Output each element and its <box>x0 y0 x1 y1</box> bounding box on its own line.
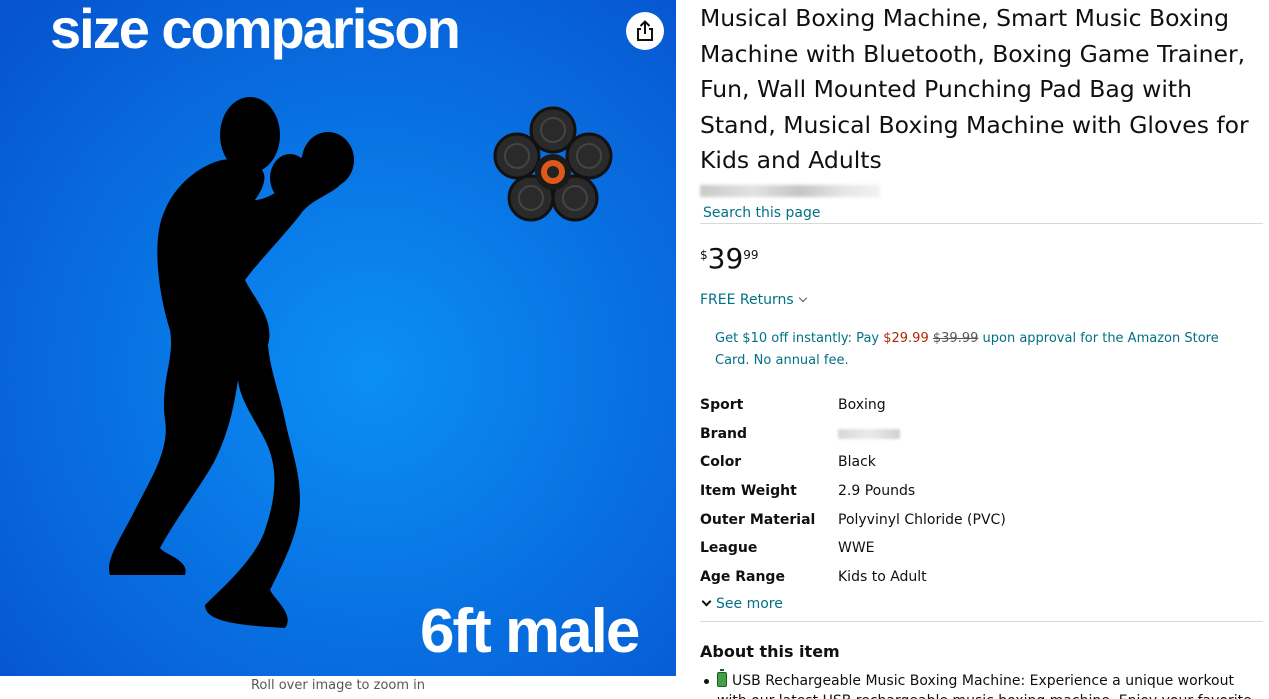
spec-row: Sport Boxing <box>700 391 1006 420</box>
bullet-dot <box>704 679 709 685</box>
spec-key: Sport <box>700 396 744 413</box>
spec-value: Black <box>838 454 876 471</box>
promo-text-before: Get $10 off instantly: Pay <box>715 330 884 346</box>
share-button[interactable] <box>626 12 664 50</box>
spec-value: Boxing <box>838 396 886 413</box>
brand-store-link[interactable] <box>700 184 880 197</box>
brand-redacted <box>838 428 900 439</box>
product-image-artwork: size comparison 6ft male <box>0 0 676 676</box>
product-main-image[interactable]: size comparison 6ft male <box>0 0 676 676</box>
see-more-label: See more <box>716 596 783 613</box>
spec-value: Polyvinyl Chloride (PVC) <box>838 511 1006 528</box>
spec-value: 2.9 Pounds <box>838 482 916 499</box>
product-details: Musical Boxing Machine, Smart Music Boxi… <box>700 0 1265 699</box>
product-title: Musical Boxing Machine, Smart Music Boxi… <box>700 4 1249 174</box>
image-headline: size comparison <box>50 0 459 60</box>
spec-key: Color <box>700 454 742 471</box>
spec-row: Age Range Kids to Adult <box>700 563 1006 592</box>
see-more-button[interactable]: See more <box>700 596 1265 612</box>
divider <box>700 621 1263 623</box>
spec-value: WWE <box>838 540 875 557</box>
price-whole: 39 <box>707 241 744 275</box>
price-fraction: 99 <box>743 247 759 262</box>
spec-row: Item Weight 2.9 Pounds <box>700 477 1006 506</box>
divider <box>700 222 1263 224</box>
price: $ 39 99 <box>700 241 1265 275</box>
share-icon <box>637 20 653 41</box>
spec-value: Kids to Adult <box>838 568 927 585</box>
search-this-page-link[interactable]: Search this page <box>703 205 821 221</box>
chevron-down-icon <box>798 293 807 302</box>
spec-row: Brand <box>700 419 1006 448</box>
spec-key: Item Weight <box>700 482 797 499</box>
image-caption: 6ft male <box>420 597 639 666</box>
store-card-promo[interactable]: Get $10 off instantly: Pay $29.99 $39.99… <box>715 328 1235 372</box>
promo-list-price: $39.99 <box>932 330 979 346</box>
spec-row: Outer Material Polyvinyl Chloride (PVC) <box>700 505 1006 534</box>
spec-row: League WWE <box>700 534 1006 563</box>
battery-icon <box>717 669 727 688</box>
price-symbol: $ <box>700 247 708 262</box>
spec-row: Color Black <box>700 448 1006 477</box>
spec-key: Age Range <box>700 568 785 585</box>
chevron-down-icon <box>701 596 712 607</box>
spec-key: League <box>700 540 758 557</box>
free-returns-link[interactable]: FREE Returns <box>700 292 1265 308</box>
list-item: USB Rechargeable Music Boxing Machine: E… <box>704 669 1265 699</box>
zoom-hint: Roll over image to zoom in <box>250 678 426 693</box>
spec-key: Brand <box>700 425 748 442</box>
about-this-item-heading: About this item <box>700 642 840 662</box>
bullet-text: USB Rechargeable Music Boxing Machine: E… <box>717 673 1252 699</box>
spec-value <box>838 419 1006 448</box>
promo-sale-price: $29.99 <box>883 330 929 346</box>
spec-key: Outer Material <box>700 511 816 528</box>
product-specs-table: Sport Boxing Brand Color Black Item Weig… <box>700 391 1006 592</box>
free-returns-label: FREE Returns <box>700 291 794 308</box>
